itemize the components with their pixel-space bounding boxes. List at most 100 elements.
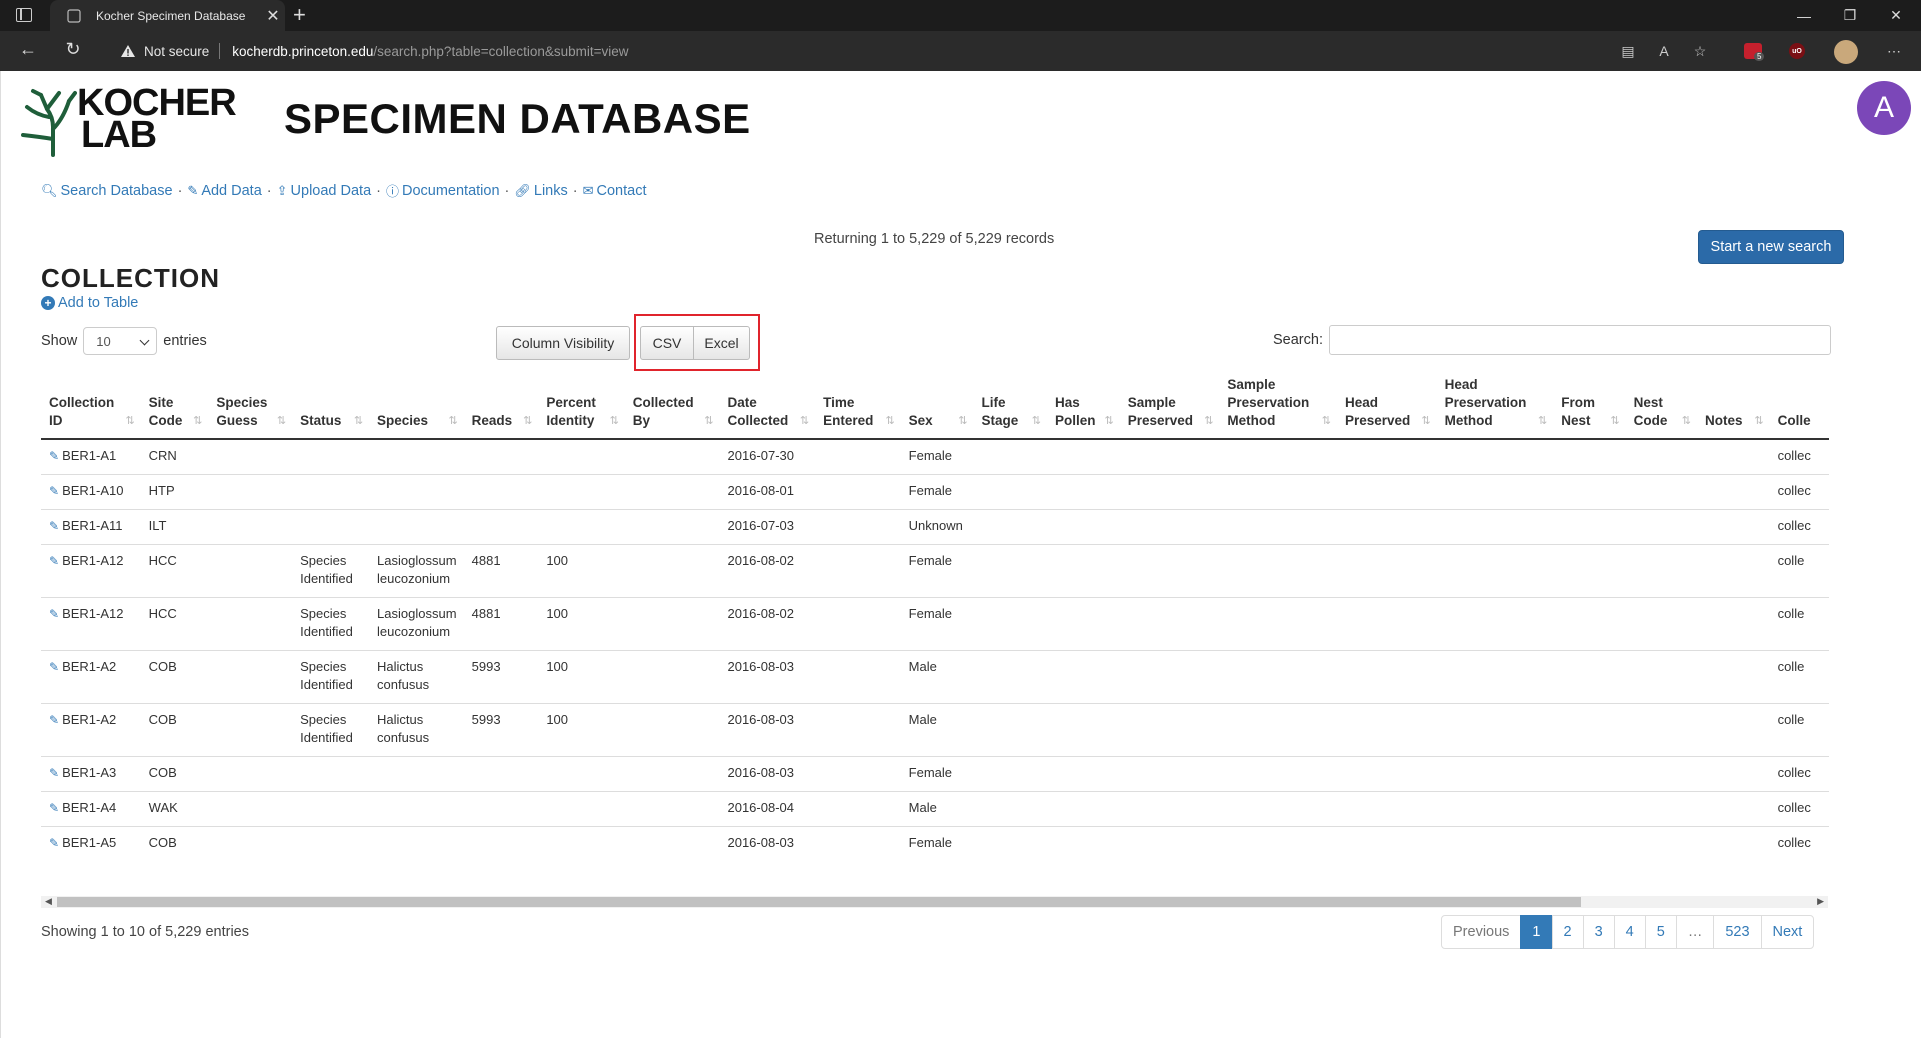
extension-icon[interactable]: 5 bbox=[1744, 43, 1765, 61]
nav-contact[interactable]: ✉ Contact bbox=[583, 183, 647, 199]
restore-icon[interactable]: ❐ bbox=[1827, 0, 1873, 31]
sort-icon[interactable]: ⇅ bbox=[523, 412, 532, 430]
page-button[interactable]: 523 bbox=[1713, 915, 1762, 949]
edit-pencil-icon[interactable]: ✎ bbox=[49, 836, 59, 850]
sort-icon[interactable]: ⇅ bbox=[1204, 412, 1213, 430]
nav-documentation[interactable]: ⓘ Documentation bbox=[386, 181, 500, 200]
browser-tab[interactable]: Kocher Specimen Database ✕ bbox=[50, 0, 285, 31]
edit-pencil-icon[interactable]: ✎ bbox=[49, 713, 59, 727]
sort-icon[interactable]: ⇅ bbox=[193, 412, 202, 430]
sort-icon[interactable]: ⇅ bbox=[1322, 412, 1331, 430]
column-header[interactable]: Sample Preserved ⇅ bbox=[1119, 368, 1220, 440]
table-cell[interactable]: ✎ BER1-A3 bbox=[41, 755, 141, 791]
table-cell[interactable]: ✎ BER1-A10 bbox=[41, 473, 141, 509]
sort-icon[interactable]: ⇅ bbox=[125, 412, 134, 430]
close-tab-icon[interactable]: ✕ bbox=[261, 6, 285, 26]
user-avatar[interactable]: A bbox=[1857, 81, 1911, 135]
add-to-table-link[interactable]: + Add to Table bbox=[41, 295, 138, 311]
sort-icon[interactable]: ⇅ bbox=[1754, 412, 1763, 430]
next-page-button[interactable]: Next bbox=[1760, 915, 1815, 949]
column-header[interactable]: Sex ⇅ bbox=[900, 368, 974, 440]
horizontal-scrollbar[interactable]: ◀ ▶ bbox=[41, 896, 1828, 908]
favorite-icon[interactable]: ☆ bbox=[1689, 40, 1711, 62]
table-cell[interactable]: ✎ BER1-A5 bbox=[41, 825, 141, 861]
nav-add-data[interactable]: ✎ Add Data bbox=[187, 183, 261, 199]
previous-page-button[interactable]: Previous bbox=[1441, 915, 1522, 949]
column-header[interactable]: Collected By ⇅ bbox=[624, 368, 720, 440]
table-cell[interactable]: ✎ BER1-A1 bbox=[41, 438, 141, 474]
not-secure-label[interactable]: Not secure bbox=[144, 44, 209, 59]
nav-search-database[interactable]: 🔍︎ Search Database bbox=[41, 183, 173, 199]
more-menu-icon[interactable]: ⋯ bbox=[1883, 40, 1905, 62]
nav-upload-data[interactable]: ⇪ Upload Data bbox=[277, 183, 372, 199]
page-size-select[interactable]: 10 bbox=[83, 327, 158, 355]
column-header[interactable]: Notes ⇅ bbox=[1696, 368, 1770, 440]
column-header[interactable]: Collection ID ⇅ bbox=[41, 368, 141, 440]
edit-pencil-icon[interactable]: ✎ bbox=[49, 484, 59, 498]
column-header[interactable]: Species Guess ⇅ bbox=[208, 368, 293, 440]
column-header[interactable]: Has Pollen ⇅ bbox=[1046, 368, 1120, 440]
column-header[interactable]: Sample Preservation Method ⇅ bbox=[1219, 368, 1337, 440]
page-button[interactable]: 3 bbox=[1582, 915, 1615, 949]
scrollbar-thumb[interactable] bbox=[57, 897, 1581, 907]
sort-icon[interactable]: ⇅ bbox=[448, 412, 457, 430]
page-button[interactable]: 1 bbox=[1520, 915, 1553, 949]
sort-icon[interactable]: ⇅ bbox=[885, 412, 894, 430]
sort-icon[interactable]: ⇅ bbox=[704, 412, 713, 430]
edit-pencil-icon[interactable]: ✎ bbox=[49, 449, 59, 463]
column-header[interactable]: Head Preservation Method ⇅ bbox=[1436, 368, 1554, 440]
table-cell[interactable]: ✎ BER1-A12 bbox=[41, 596, 141, 650]
edit-pencil-icon[interactable]: ✎ bbox=[49, 801, 59, 815]
page-button[interactable]: 5 bbox=[1644, 915, 1677, 949]
close-window-icon[interactable]: ✕ bbox=[1873, 0, 1919, 31]
column-header[interactable]: Date Collected ⇅ bbox=[719, 368, 816, 440]
table-cell[interactable]: ✎ BER1-A2 bbox=[41, 702, 141, 756]
new-search-button[interactable]: Start a new search bbox=[1698, 230, 1844, 264]
reader-view-icon[interactable]: ▤ bbox=[1617, 40, 1639, 62]
column-header[interactable]: Species ⇅ bbox=[369, 368, 464, 440]
column-header[interactable]: From Nest ⇅ bbox=[1553, 368, 1626, 440]
address-bar[interactable]: Not secure kocherdb.princeton.edu/search… bbox=[106, 36, 1618, 66]
page-button[interactable]: 4 bbox=[1613, 915, 1646, 949]
sort-icon[interactable]: ⇅ bbox=[958, 412, 967, 430]
sort-icon[interactable]: ⇅ bbox=[1610, 412, 1619, 430]
edit-pencil-icon[interactable]: ✎ bbox=[49, 607, 59, 621]
scroll-right-icon[interactable]: ▶ bbox=[1817, 896, 1824, 907]
column-header[interactable]: Colle bbox=[1769, 368, 1829, 440]
column-visibility-button[interactable]: Column Visibility bbox=[496, 326, 630, 360]
sort-icon[interactable]: ⇅ bbox=[610, 412, 619, 430]
page-button[interactable]: 2 bbox=[1551, 915, 1584, 949]
column-header[interactable]: Head Preserved ⇅ bbox=[1336, 368, 1437, 440]
nav-links[interactable]: 🔗︎ Links bbox=[514, 183, 567, 199]
table-cell[interactable]: ✎ BER1-A11 bbox=[41, 508, 141, 544]
column-header[interactable]: Reads ⇅ bbox=[463, 368, 539, 440]
edit-pencil-icon[interactable]: ✎ bbox=[49, 519, 59, 533]
column-header[interactable]: Status ⇅ bbox=[292, 368, 370, 440]
column-header[interactable]: Time Entered ⇅ bbox=[815, 368, 901, 440]
ublock-icon[interactable]: uO bbox=[1789, 43, 1805, 59]
read-aloud-icon[interactable]: A bbox=[1653, 40, 1675, 62]
column-header[interactable]: Site Code ⇅ bbox=[140, 368, 209, 440]
scroll-left-icon[interactable]: ◀ bbox=[45, 896, 52, 907]
tab-actions-icon[interactable] bbox=[16, 8, 32, 22]
search-input[interactable] bbox=[1328, 325, 1831, 355]
refresh-icon[interactable]: ↻ bbox=[61, 39, 85, 60]
kocher-lab-logo[interactable]: KOCHER LAB bbox=[19, 84, 237, 157]
table-cell[interactable]: ✎ BER1-A12 bbox=[41, 543, 141, 597]
column-header[interactable]: Percent Identity ⇅ bbox=[538, 368, 625, 440]
sort-icon[interactable]: ⇅ bbox=[1682, 412, 1691, 430]
sort-icon[interactable]: ⇅ bbox=[1538, 412, 1547, 430]
edit-pencil-icon[interactable]: ✎ bbox=[49, 660, 59, 674]
edit-pencil-icon[interactable]: ✎ bbox=[49, 554, 59, 568]
sort-icon[interactable]: ⇅ bbox=[1105, 412, 1114, 430]
table-cell[interactable]: ✎ BER1-A2 bbox=[41, 649, 141, 703]
table-cell[interactable]: ✎ BER1-A4 bbox=[41, 790, 141, 826]
browser-profile-icon[interactable] bbox=[1834, 40, 1858, 64]
back-icon[interactable]: ← bbox=[16, 39, 40, 60]
column-header[interactable]: Nest Code ⇅ bbox=[1625, 368, 1697, 440]
edit-pencil-icon[interactable]: ✎ bbox=[49, 766, 59, 780]
sort-icon[interactable]: ⇅ bbox=[354, 412, 363, 430]
sort-icon[interactable]: ⇅ bbox=[1032, 412, 1041, 430]
new-tab-icon[interactable]: + bbox=[293, 2, 306, 28]
column-header[interactable]: Life Stage ⇅ bbox=[973, 368, 1047, 440]
